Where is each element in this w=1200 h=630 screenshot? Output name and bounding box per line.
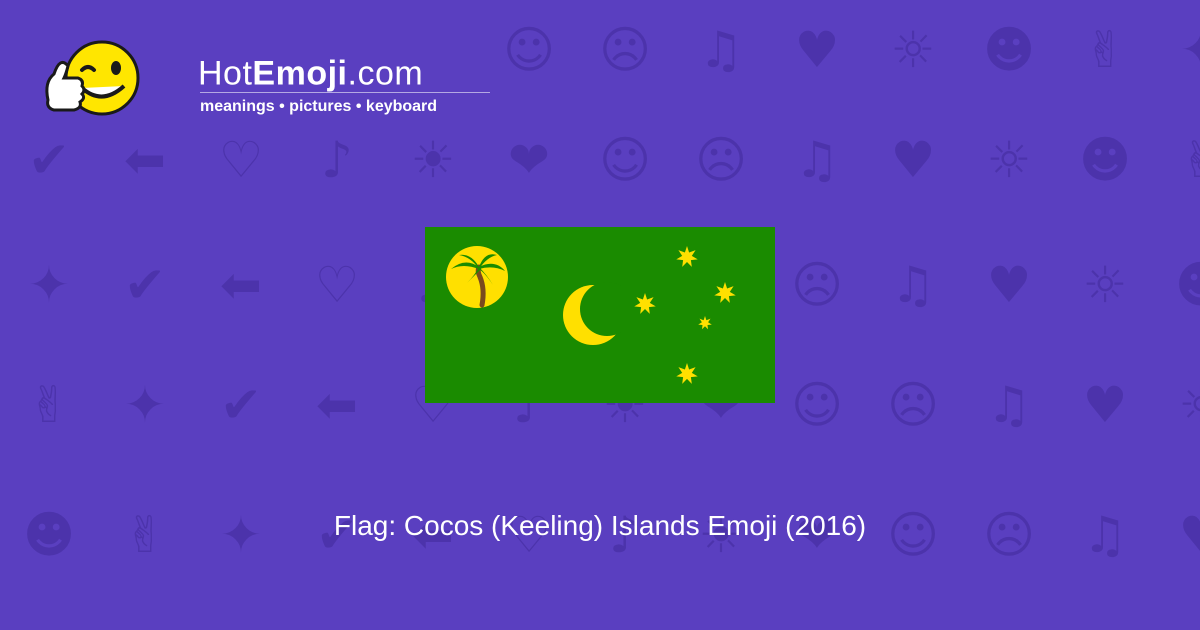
site-tagline: meanings • pictures • keyboard — [200, 98, 438, 115]
site-name-bold: Emoji — [252, 54, 348, 93]
background-emoji-icon: ☀ — [410, 131, 456, 189]
background-emoji-icon: ✌ — [1084, 21, 1126, 79]
background-emoji-icon: ❤ — [508, 131, 550, 189]
background-emoji-icon: ☼ — [890, 21, 936, 79]
background-emoji-icon: ♪ — [321, 131, 353, 189]
flag-cocos-keeling-islands-icon — [425, 227, 775, 403]
emoji-caption: Flag: Cocos (Keeling) Islands Emoji (201… — [333, 510, 867, 541]
background-emoji-icon: ⬅ — [316, 376, 358, 434]
background-emoji-icon: ♫ — [794, 131, 840, 189]
site-logo[interactable]: HotEmoji.com meanings • pictures • keybo… — [38, 30, 490, 130]
background-emoji-icon: ☺ — [790, 376, 844, 434]
background-emoji-icon: ♫ — [698, 21, 744, 79]
background-emoji-icon: ☹ — [886, 376, 940, 434]
background-emoji-icon: ✔ — [28, 131, 70, 189]
site-name-suffix: .com — [347, 54, 424, 93]
background-emoji-icon: ☻ — [1078, 131, 1132, 189]
background-emoji-icon: ✌ — [1172, 131, 1200, 189]
site-name: HotEmoji.com — [198, 55, 423, 94]
site-name-prefix: Hot — [198, 54, 253, 93]
background-emoji-icon: ☼ — [1172, 376, 1200, 434]
background-emoji-icon: ♫ — [986, 376, 1032, 434]
background-emoji-icon: ✦ — [124, 376, 166, 434]
background-emoji-icon: ✦ — [1172, 21, 1200, 79]
background-emoji-icon: ☺ — [598, 131, 652, 189]
background-emoji-icon: ♥ — [890, 131, 936, 189]
background-emoji-icon: ♡ — [314, 256, 360, 314]
background-emoji-icon: ♫ — [890, 256, 936, 314]
background-emoji-icon: ♥ — [986, 256, 1032, 314]
background-emoji-icon: ♥ — [1082, 376, 1128, 434]
thumbs-up-wink-mascot-icon — [45, 40, 140, 116]
background-emoji-icon: ✔ — [220, 376, 262, 434]
background-emoji-icon: ☹ — [694, 131, 748, 189]
background-emoji-icon: ☹ — [598, 21, 652, 79]
background-emoji-icon: ☺ — [502, 21, 556, 79]
background-emoji-icon: ⬅ — [124, 131, 166, 189]
background-emoji-icon: ⬅ — [220, 256, 262, 314]
logo-divider — [200, 92, 490, 93]
background-emoji-icon: ♡ — [218, 131, 264, 189]
background-emoji-icon: ☼ — [986, 131, 1032, 189]
background-emoji-icon: ☼ — [1082, 256, 1128, 314]
background-emoji-icon: ✔ — [124, 256, 166, 314]
background-emoji-icon: ☻ — [1172, 256, 1200, 314]
background-emoji-icon: ☹ — [790, 256, 844, 314]
background-emoji-icon: ✦ — [28, 256, 70, 314]
background-emoji-icon: ✌ — [28, 376, 70, 434]
background-emoji-icon: ♥ — [794, 21, 840, 79]
background-emoji-icon: ☻ — [982, 21, 1036, 79]
